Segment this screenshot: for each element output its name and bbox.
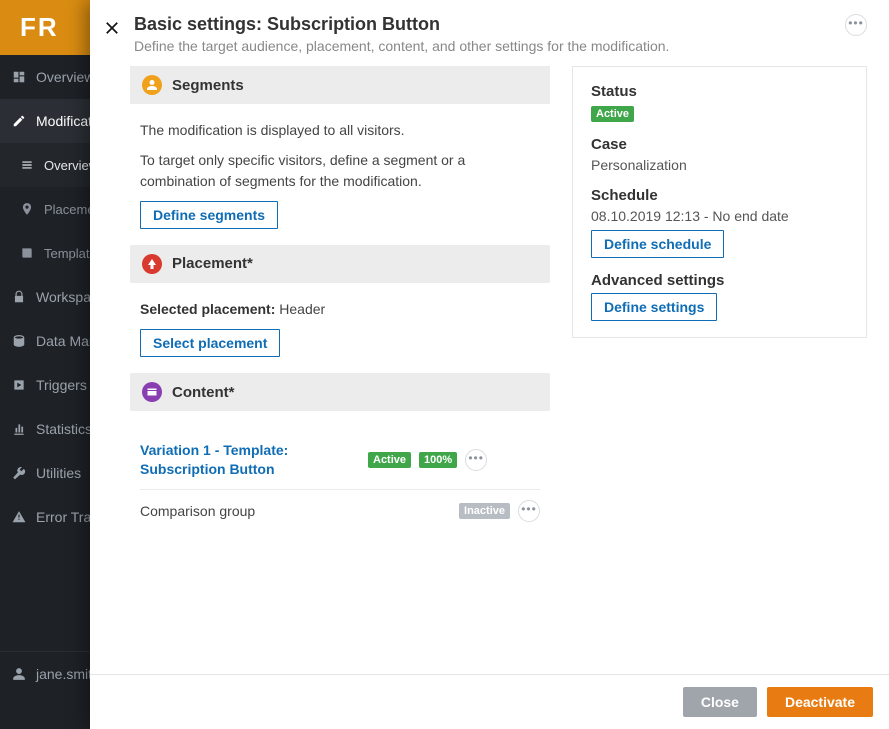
comparison-label: Comparison group [140, 503, 451, 519]
nav-utilities[interactable]: Utilities [0, 451, 90, 495]
content-section: Content* Variation 1 - Template: Subscri… [130, 373, 550, 534]
modal-title: Basic settings: Subscription Button [134, 14, 669, 35]
case-label: Case [591, 136, 848, 153]
nav-sub-templates-label: Templates [44, 246, 90, 261]
select-placement-button[interactable]: Select placement [140, 329, 280, 357]
nav-sub-overview[interactable]: Overview [0, 143, 90, 187]
modal-actions-menu[interactable]: ••• [845, 14, 867, 36]
placement-icon [142, 254, 162, 274]
modal-subtitle: Define the target audience, placement, c… [134, 38, 669, 54]
close-icon[interactable] [100, 16, 124, 40]
status-label: Status [591, 83, 848, 100]
content-body: Variation 1 - Template: Subscription But… [130, 411, 550, 534]
nav-user[interactable]: jane.smith [0, 651, 90, 695]
close-button[interactable]: Close [683, 687, 757, 717]
nav-triggers-label: Triggers [36, 377, 87, 393]
nav-workspaces[interactable]: Workspaces [0, 275, 90, 319]
comparison-menu[interactable]: ••• [518, 500, 540, 522]
selected-placement-label: Selected placement: [140, 301, 275, 317]
segments-icon [142, 75, 162, 95]
advanced-block: Advanced settings Define settings [591, 272, 848, 321]
segments-line2: To target only specific visitors, define… [140, 150, 540, 191]
variation-row: Variation 1 - Template: Subscription But… [140, 431, 540, 490]
main-column: Segments The modification is displayed t… [130, 66, 550, 658]
variation-active-badge: Active [368, 452, 411, 468]
nav-workspaces-label: Workspaces [36, 289, 90, 305]
placement-header: Placement* [130, 245, 550, 283]
nav-data-label: Data Management [36, 333, 90, 349]
status-block: Status Active [591, 83, 848, 122]
nav-sub-templates[interactable]: Templates [0, 231, 90, 275]
case-block: Case Personalization [591, 136, 848, 173]
define-schedule-button[interactable]: Define schedule [591, 230, 724, 258]
segments-header: Segments [130, 66, 550, 104]
case-value: Personalization [591, 157, 848, 173]
content-header: Content* [130, 373, 550, 411]
nav-sub-overview-label: Overview [44, 158, 90, 173]
comparison-row: Comparison group Inactive ••• [140, 490, 540, 532]
variation-pct-badge: 100% [419, 452, 457, 468]
nav-sub-placements-label: Placements [44, 202, 90, 217]
nav-sub-placements[interactable]: Placements [0, 187, 90, 231]
nav-data[interactable]: Data Management [0, 319, 90, 363]
nav-user-label: jane.smith [36, 666, 90, 682]
nav-statistics[interactable]: Statistics [0, 407, 90, 451]
side-nav: Overview Modifications Overview Placemen… [0, 55, 90, 729]
placement-section: Placement* Selected placement: Header Se… [130, 245, 550, 359]
warning-icon [12, 510, 26, 524]
advanced-label: Advanced settings [591, 272, 848, 289]
nav-triggers[interactable]: Triggers [0, 363, 90, 407]
schedule-label: Schedule [591, 187, 848, 204]
nav-error[interactable]: Error Tracking [0, 495, 90, 539]
variation-link[interactable]: Variation 1 - Template: Subscription But… [140, 441, 360, 479]
chart-icon [12, 422, 26, 436]
dashboard-icon [12, 70, 26, 84]
side-column: Status Active Case Personalization Sched… [572, 66, 867, 658]
schedule-value: 08.10.2019 12:13 - No end date [591, 208, 848, 224]
nav-modifications-label: Modifications [36, 113, 90, 129]
segments-line1: The modification is displayed to all vis… [140, 120, 540, 140]
modal-footer: Close Deactivate [90, 674, 889, 729]
list-icon [20, 158, 34, 172]
content-icon [142, 382, 162, 402]
book-icon [20, 246, 34, 260]
brand-text: FR [20, 12, 59, 43]
nav-overview[interactable]: Overview [0, 55, 90, 99]
comparison-inactive-badge: Inactive [459, 503, 510, 519]
edit-icon [12, 114, 26, 128]
user-icon [12, 667, 26, 681]
variation-menu[interactable]: ••• [465, 449, 487, 471]
deactivate-button[interactable]: Deactivate [767, 687, 873, 717]
settings-modal: Basic settings: Subscription Button Defi… [90, 0, 889, 729]
selected-placement-value: Header [279, 301, 325, 317]
pin-icon [20, 202, 34, 216]
schedule-block: Schedule 08.10.2019 12:13 - No end date … [591, 187, 848, 258]
database-icon [12, 334, 26, 348]
wrench-icon [12, 466, 26, 480]
define-segments-button[interactable]: Define segments [140, 201, 278, 229]
placement-body: Selected placement: Header Select placem… [130, 283, 550, 359]
nav-blank [0, 695, 90, 729]
modal-body: Segments The modification is displayed t… [90, 66, 889, 674]
modal-header: Basic settings: Subscription Button Defi… [90, 0, 889, 66]
side-panel: Status Active Case Personalization Sched… [572, 66, 867, 338]
nav-statistics-label: Statistics [36, 421, 90, 437]
nav-modifications[interactable]: Modifications [0, 99, 90, 143]
nav-error-label: Error Tracking [36, 509, 90, 525]
nav-overview-label: Overview [36, 69, 90, 85]
lock-icon [12, 290, 26, 304]
play-icon [12, 378, 26, 392]
nav-utilities-label: Utilities [36, 465, 81, 481]
segments-body: The modification is displayed to all vis… [130, 104, 550, 231]
segments-section: Segments The modification is displayed t… [130, 66, 550, 231]
status-badge: Active [591, 106, 634, 122]
placement-heading-text: Placement* [172, 255, 253, 272]
segments-heading-text: Segments [172, 77, 244, 94]
modal-title-block: Basic settings: Subscription Button Defi… [134, 14, 669, 54]
define-settings-button[interactable]: Define settings [591, 293, 717, 321]
content-heading-text: Content* [172, 384, 235, 401]
